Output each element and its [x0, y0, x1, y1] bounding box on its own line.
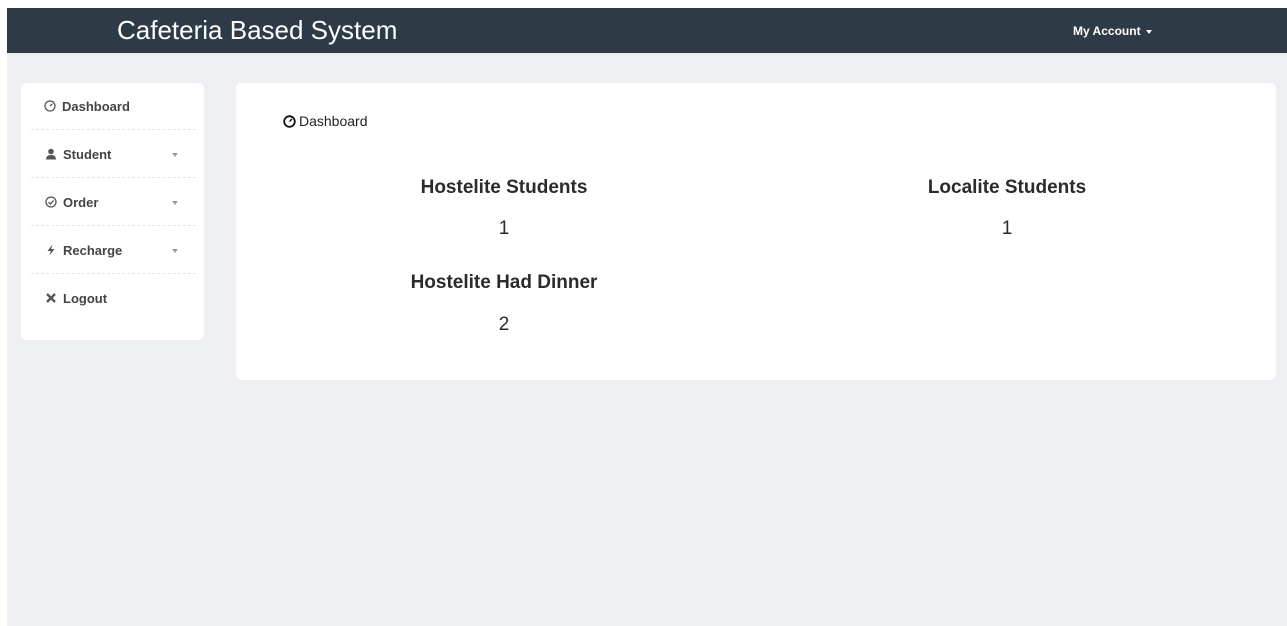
dashboard-icon	[283, 115, 296, 128]
close-icon	[46, 293, 56, 303]
my-account-label: My Account	[1073, 24, 1141, 38]
user-icon	[46, 148, 56, 160]
sidebar-item-dashboard[interactable]: Dashboard	[31, 83, 196, 130]
app-frame: Cafeteria Based System My Account Dashbo…	[7, 8, 1287, 626]
sidebar-item-order[interactable]: Order	[31, 179, 196, 226]
dashboard-panel: Dashboard Hostelite Students 1 Localite …	[236, 83, 1276, 380]
sidebar: Dashboard Student Order Recharge Logout	[21, 83, 204, 340]
breadcrumb-label: Dashboard	[299, 113, 368, 129]
dashboard-icon	[44, 100, 56, 112]
top-navbar: Cafeteria Based System My Account	[7, 8, 1287, 53]
brand-title[interactable]: Cafeteria Based System	[117, 14, 397, 46]
chevron-down-icon	[172, 201, 178, 205]
sidebar-item-label: Dashboard	[62, 99, 130, 114]
sidebar-item-label: Logout	[63, 291, 108, 306]
sidebar-item-student[interactable]: Student	[31, 131, 196, 178]
my-account-dropdown[interactable]: My Account	[1073, 23, 1152, 39]
stat-title-hostelite-had-dinner: Hostelite Had Dinner	[410, 272, 598, 293]
chevron-down-icon	[172, 153, 178, 157]
stat-value-hostelite-had-dinner: 2	[498, 314, 510, 335]
sidebar-item-logout[interactable]: Logout	[31, 275, 196, 322]
breadcrumb: Dashboard	[283, 113, 368, 129]
sidebar-item-label: Recharge	[63, 243, 123, 258]
stat-title-hostelite-students: Hostelite Students	[420, 177, 588, 198]
check-circle-icon	[45, 196, 57, 208]
stat-title-localite-students: Localite Students	[927, 177, 1087, 198]
sidebar-item-label: Order	[63, 195, 99, 210]
chevron-down-icon	[172, 249, 178, 253]
caret-down-icon	[1145, 29, 1152, 34]
stat-value-hostelite-students: 1	[498, 218, 510, 239]
sidebar-item-recharge[interactable]: Recharge	[31, 227, 196, 274]
flash-icon	[47, 244, 55, 256]
stat-value-localite-students: 1	[1001, 218, 1013, 239]
sidebar-item-label: Student	[63, 147, 112, 162]
